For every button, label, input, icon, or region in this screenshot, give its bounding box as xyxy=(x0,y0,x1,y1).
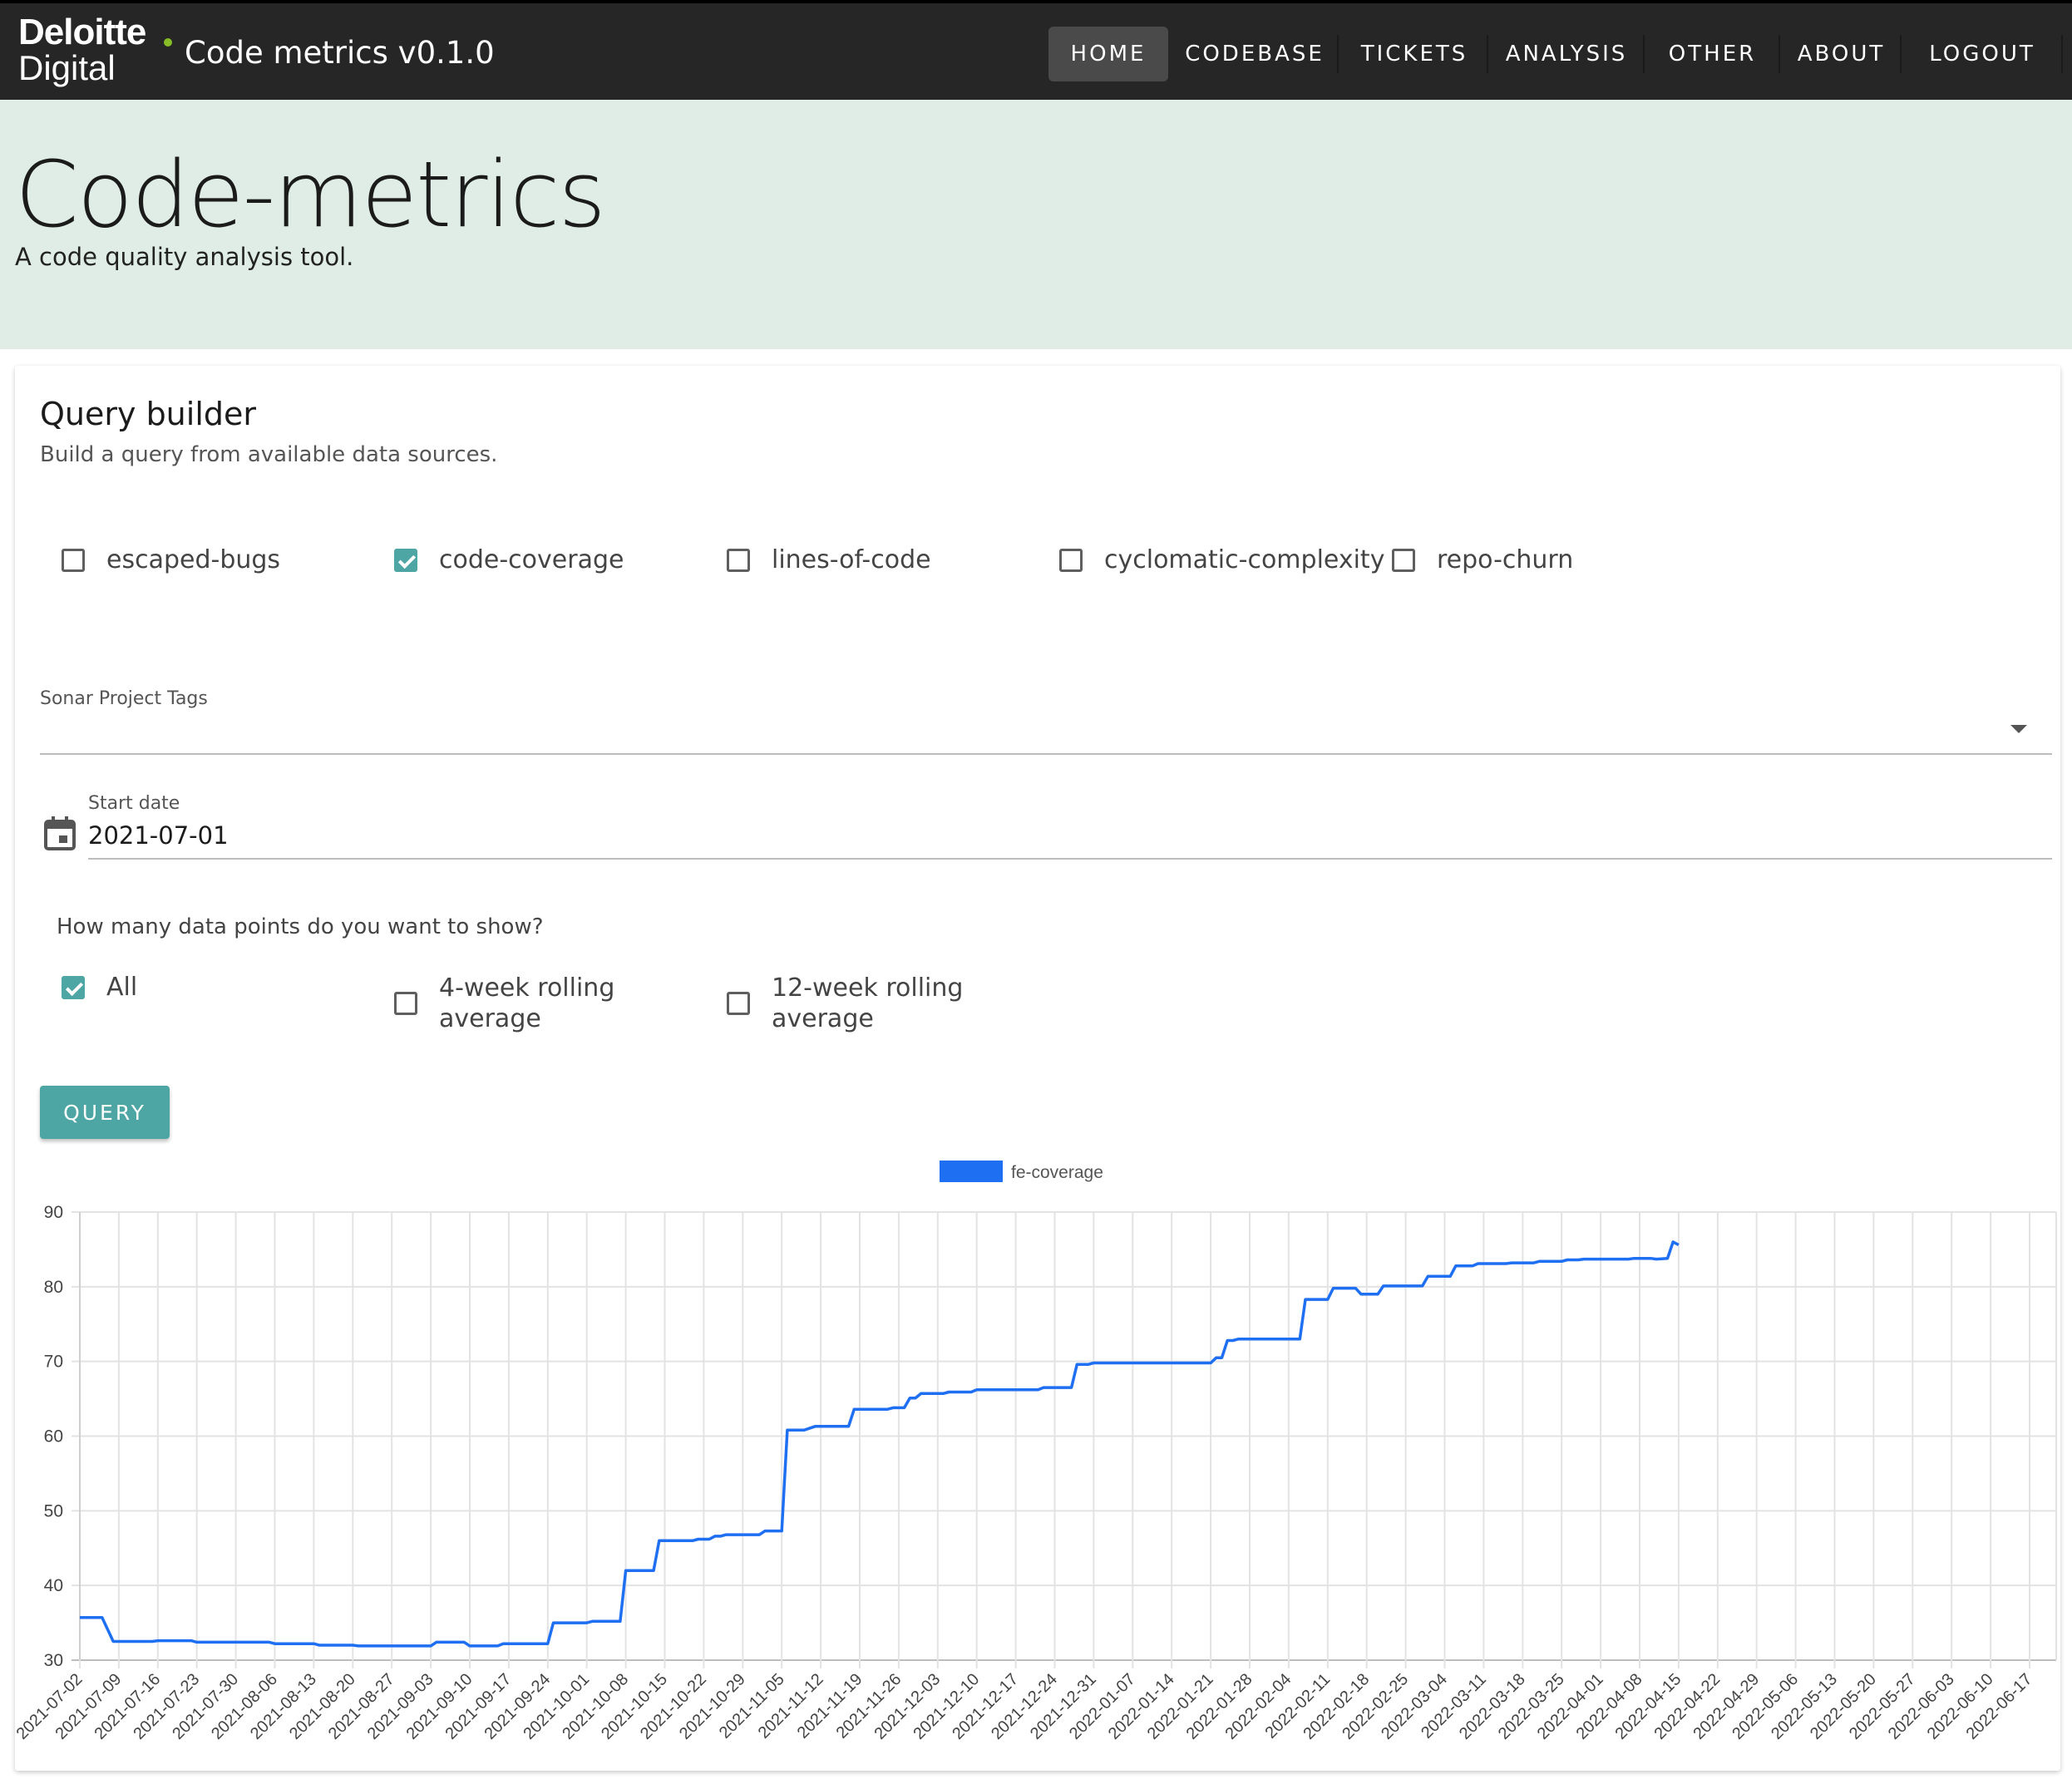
y-tick-label: 60 xyxy=(44,1427,63,1446)
brand-logo-deloitte[interactable]: Deloitte xyxy=(18,12,146,53)
checkbox-icon[interactable] xyxy=(727,548,750,572)
source-checkbox-repo-churn[interactable]: repo-churn xyxy=(1392,545,1573,574)
legend-label: fe-coverage xyxy=(1011,1163,1103,1182)
y-tick-label: 80 xyxy=(44,1278,63,1297)
nav-analysis[interactable]: ANALYSIS xyxy=(1491,27,1645,81)
brand-logo-dot xyxy=(164,38,172,47)
card-title: Query builder xyxy=(40,396,257,432)
y-tick-label: 50 xyxy=(44,1501,63,1520)
start-date-label: Start date xyxy=(88,793,180,814)
nav-separator xyxy=(1643,35,1645,73)
tags-select-underline xyxy=(40,753,2052,755)
nav-logout[interactable]: LOGOUT xyxy=(1904,27,2063,81)
checkbox-icon[interactable] xyxy=(1059,548,1083,572)
points-option-12-week-rolling-average[interactable]: 12-week rolling average xyxy=(727,973,963,1034)
nav-separator xyxy=(1778,35,1780,73)
checkbox-label: code-coverage xyxy=(439,545,624,574)
source-checkbox-code-coverage[interactable]: code-coverage xyxy=(394,545,624,574)
nav-about-label: ABOUT xyxy=(1797,42,1886,67)
nav-separator xyxy=(1487,35,1488,73)
start-date-input[interactable]: 2021-07-01 xyxy=(88,821,229,850)
nav-separator xyxy=(1337,35,1339,73)
query-button[interactable]: QUERY xyxy=(40,1086,170,1139)
nav-logout-label: LOGOUT xyxy=(1929,42,2035,67)
app-title: Code metrics v0.1.0 xyxy=(185,35,495,71)
nav-tickets-label: TICKETS xyxy=(1360,42,1468,67)
nav-other[interactable]: OTHER xyxy=(1647,27,1780,81)
nav-tickets[interactable]: TICKETS xyxy=(1343,27,1488,81)
points-option-4-week-rolling-average[interactable]: 4-week rolling average xyxy=(394,973,614,1034)
nav-codebase[interactable]: CODEBASE xyxy=(1173,27,1339,81)
hero-subtitle: A code quality analysis tool. xyxy=(15,243,354,271)
hero-title: Code-metrics xyxy=(15,141,606,248)
checkbox-label-line2: average xyxy=(439,1004,541,1033)
nav-analysis-label: ANALYSIS xyxy=(1505,42,1628,67)
checkbox-label: escaped-bugs xyxy=(106,545,281,574)
checkbox-icon[interactable] xyxy=(727,992,750,1015)
nav-separator xyxy=(1900,35,1902,73)
nav-codebase-label: CODEBASE xyxy=(1185,42,1325,67)
nav-separator xyxy=(2061,35,2063,73)
checkbox-checked-icon[interactable] xyxy=(394,548,417,572)
nav-other-label: OTHER xyxy=(1668,42,1757,67)
checkbox-label: 12-week rolling average xyxy=(772,973,963,1034)
start-date-underline xyxy=(88,858,2052,860)
nav-home[interactable]: HOME xyxy=(1048,27,1168,81)
y-tick-label: 40 xyxy=(44,1576,63,1595)
nav-about[interactable]: ABOUT xyxy=(1783,27,1902,81)
source-checkbox-escaped-bugs[interactable]: escaped-bugs xyxy=(62,545,280,574)
dropdown-arrow-icon[interactable] xyxy=(2010,725,2027,733)
source-checkbox-lines-of-code[interactable]: lines-of-code xyxy=(727,545,931,574)
checkbox-label-line1: 4-week rolling xyxy=(439,973,615,1003)
y-tick-label: 70 xyxy=(44,1353,63,1372)
checkbox-label-line2: average xyxy=(772,1004,874,1033)
card-subtitle: Build a query from available data source… xyxy=(40,442,498,467)
tags-select[interactable] xyxy=(40,707,2052,757)
y-tick-label: 90 xyxy=(44,1203,63,1222)
checkbox-label: 4-week rolling average xyxy=(439,973,614,1034)
coverage-line-chart: 304050607080902021-07-022021-07-092021-0… xyxy=(15,1161,2057,1743)
checkbox-checked-icon[interactable] xyxy=(62,975,85,999)
checkbox-icon[interactable] xyxy=(1392,548,1415,572)
top-navbar: Deloitte Digital Code metrics v0.1.0 HOM… xyxy=(0,0,2072,100)
nav-home-label: HOME xyxy=(1070,42,1147,67)
brand-logo-digital[interactable]: Digital xyxy=(18,48,116,88)
source-checkbox-cyclomatic-complexity[interactable]: cyclomatic-complexity xyxy=(1059,545,1384,574)
checkbox-label: All xyxy=(106,973,138,1002)
checkbox-label: lines-of-code xyxy=(772,545,931,574)
points-option-all[interactable]: All xyxy=(62,973,137,1002)
checkbox-icon[interactable] xyxy=(394,992,417,1015)
checkbox-icon[interactable] xyxy=(62,548,85,572)
y-tick-label: 30 xyxy=(44,1651,63,1670)
query-builder-card: Query builder Build a query from availab… xyxy=(15,366,2060,1771)
data-points-question: How many data points do you want to show… xyxy=(57,914,544,939)
checkbox-label-line1: 12-week rolling xyxy=(772,973,964,1003)
hero-banner: Code-metrics A code quality analysis too… xyxy=(0,100,2072,349)
checkbox-label: cyclomatic-complexity xyxy=(1104,545,1385,574)
checkbox-label: repo-churn xyxy=(1437,545,1574,574)
legend-swatch xyxy=(940,1161,1003,1182)
calendar-icon[interactable] xyxy=(43,815,76,851)
